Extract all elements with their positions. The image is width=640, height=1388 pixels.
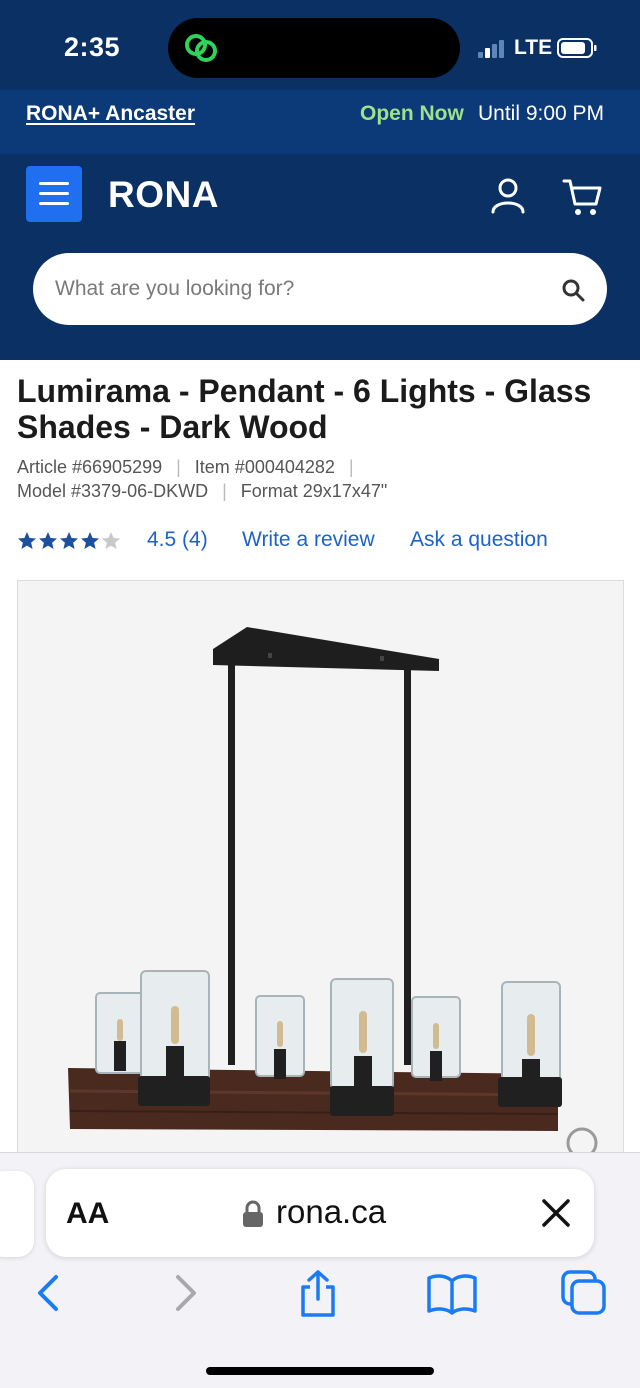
signal-icon (478, 38, 508, 58)
close-icon[interactable] (540, 1197, 572, 1229)
open-status: Open Now (360, 102, 464, 125)
lock-icon (243, 1200, 263, 1227)
dynamic-island (168, 18, 460, 78)
star-half-icon (102, 532, 120, 549)
product-model-format: Model #3379-06-DKWD | Format 29x17x47" (17, 481, 388, 501)
text-size-button[interactable]: AA (66, 1197, 109, 1231)
pendant-light-image (68, 627, 598, 1159)
rating-row: 4.5 (4) Write a review Ask a question (17, 528, 627, 556)
status-time: 2:35 (64, 32, 121, 62)
write-review-link[interactable]: Write a review (242, 528, 375, 552)
home-indicator (206, 1367, 434, 1375)
hamburger-icon (39, 182, 69, 185)
product-ids: Article #66905299 | Item #000404282 | (17, 457, 354, 477)
star-icon (39, 532, 57, 549)
star-icon (18, 532, 36, 549)
product-image[interactable] (17, 580, 624, 1180)
store-bar: RONA+ Ancaster Open Now Until 9:00 PM (0, 90, 640, 154)
search-input[interactable] (55, 269, 515, 309)
site-header: 2:35 LTE RONA+ Ancaster Open Now Until 9… (0, 0, 640, 360)
model-number: Model #3379-06-DKWD (17, 481, 209, 501)
rona-logo[interactable]: RONA (108, 176, 250, 212)
star-icon (81, 532, 99, 549)
store-link[interactable]: RONA+ Ancaster (26, 102, 195, 126)
previous-tab-card[interactable] (0, 1171, 34, 1257)
address-bar[interactable]: AA rona.ca (46, 1169, 594, 1257)
store-hours: Until 9:00 PM (478, 102, 605, 125)
share-icon[interactable] (296, 1269, 340, 1317)
format-dimensions: Format 29x17x47" (240, 481, 388, 501)
ask-question-link[interactable]: Ask a question (410, 528, 548, 552)
chain-link-icon (185, 34, 217, 62)
rating-count-link[interactable]: 4.5 (4) (147, 528, 208, 552)
star-icon (60, 532, 78, 549)
cart-icon[interactable] (562, 176, 604, 218)
network-label: LTE (514, 36, 553, 59)
url-domain[interactable]: rona.ca (276, 1193, 386, 1231)
back-icon[interactable] (30, 1269, 74, 1317)
forward-icon[interactable] (164, 1269, 208, 1317)
article-number: Article #66905299 (17, 457, 163, 477)
star-rating[interactable] (17, 531, 121, 551)
search-bar[interactable] (33, 253, 607, 325)
account-icon[interactable] (490, 176, 526, 216)
logo-text: RONA (108, 176, 219, 212)
browser-toolbar: AA rona.ca (0, 1152, 640, 1388)
product-title: Lumirama - Pendant - 6 Lights - Glass Sh… (17, 373, 592, 445)
status-bar: 2:35 LTE (0, 0, 640, 90)
tabs-icon[interactable] (560, 1269, 608, 1317)
bookmarks-icon[interactable] (426, 1269, 478, 1317)
menu-button[interactable] (26, 166, 82, 222)
search-icon[interactable] (561, 278, 585, 302)
item-number: Item #000404282 (194, 457, 335, 477)
battery-icon (557, 38, 597, 58)
